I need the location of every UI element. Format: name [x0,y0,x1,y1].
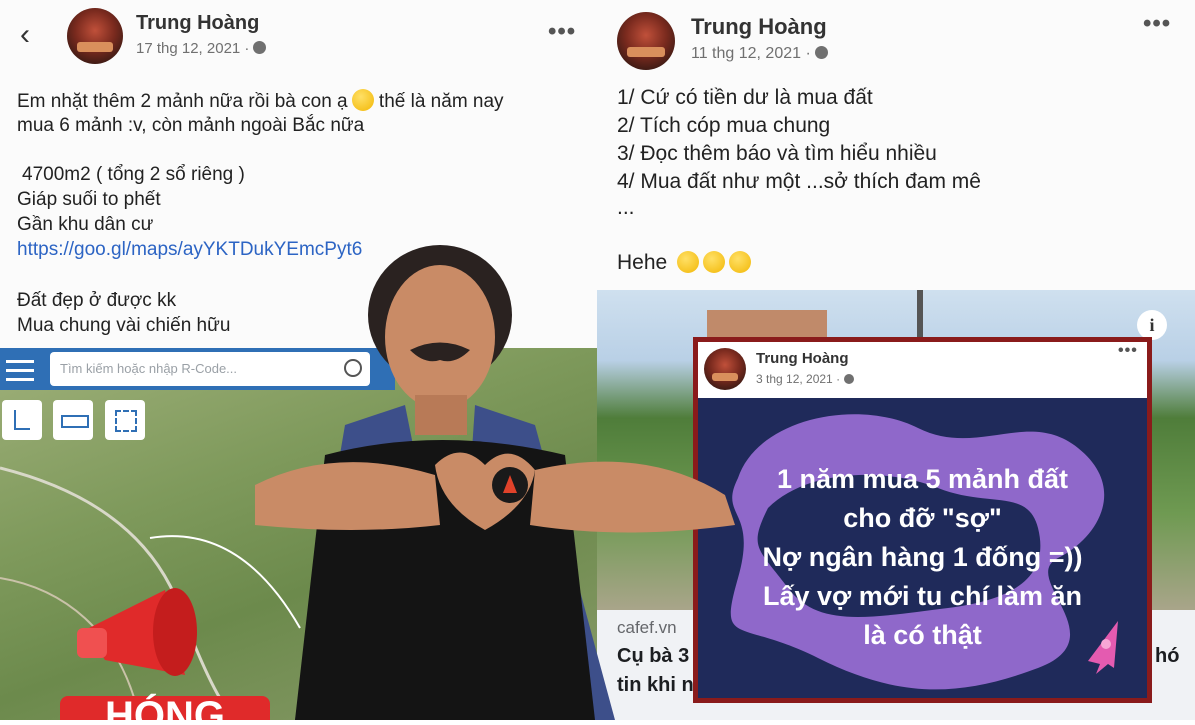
post-line: mua 6 mảnh :v, còn mảnh ngoài Bắc nữa [17,115,365,136]
smile-emoji-icon [351,89,374,111]
ruler-tool-icon[interactable] [53,400,93,440]
text-post-content: 1 năm mua 5 mảnh đất cho đỡ "sợ" Nợ ngân… [698,460,1147,655]
avatar[interactable] [67,8,123,64]
area-tool-icon[interactable] [105,400,145,440]
author-name[interactable]: Trung Hoàng [691,14,827,40]
post-date: 11 thg 12, 2021 · [691,45,828,63]
author-name[interactable]: Trung Hoàng [756,350,849,367]
post-line: 2/ Tích cóp mua chung [617,114,831,137]
inner-post-card: Trung Hoàng 3 thg 12, 2021 · ••• 1 năm m… [698,342,1147,698]
more-options-icon[interactable]: ••• [548,18,576,46]
post-line: Lấy vợ mới tu chí làm ăn [763,581,1082,611]
post-line: cho đỡ "sợ" [843,503,1002,533]
post-line: 1/ Cứ có tiền dư là mua đất [617,86,873,109]
post-line: 3/ Đọc thêm báo và tìm hiểu nhiều [617,142,937,165]
person-photo [235,225,745,720]
post-line: là có thật [863,620,982,650]
info-icon[interactable]: i [1137,310,1167,340]
globe-icon [253,41,267,54]
post-line: Giáp suối to phết [17,189,161,210]
link-title: hó [1155,645,1180,667]
post-line: ... [617,196,635,219]
inner-post-frame: Trung Hoàng 3 thg 12, 2021 · ••• 1 năm m… [693,337,1152,703]
globe-icon [844,374,855,384]
post-date: 17 thg 12, 2021 · [136,40,267,57]
post-line: Mua chung vài chiến hữu [17,315,231,336]
more-options-icon[interactable]: ••• [1143,10,1171,38]
more-options-icon[interactable]: ••• [1118,342,1138,360]
post-line: 4/ Mua đất như một ...sở thích đam mê [617,170,981,193]
post-line: Gần khu dân cư [17,214,154,235]
post-line: Đất đẹp ở được kk [17,290,177,311]
measure-tool-icon[interactable] [2,400,42,440]
author-name[interactable]: Trung Hoàng [136,12,259,35]
post-date: 3 thg 12, 2021 · [756,372,855,386]
post-line: Em nhặt thêm 2 mảnh nữa rồi bà con ạ thế… [17,89,504,112]
globe-icon [814,46,828,59]
post-line: Nợ ngân hàng 1 đống =)) [762,542,1083,572]
back-arrow-icon[interactable]: ‹ [20,20,46,50]
menu-icon[interactable] [6,356,34,382]
megaphone-icon [75,580,225,690]
post-line: 4700m2 ( tổng 2 sổ riêng ) [22,164,245,185]
post-line: 1 năm mua 5 mảnh đất [776,464,1069,494]
avatar[interactable] [617,12,675,70]
